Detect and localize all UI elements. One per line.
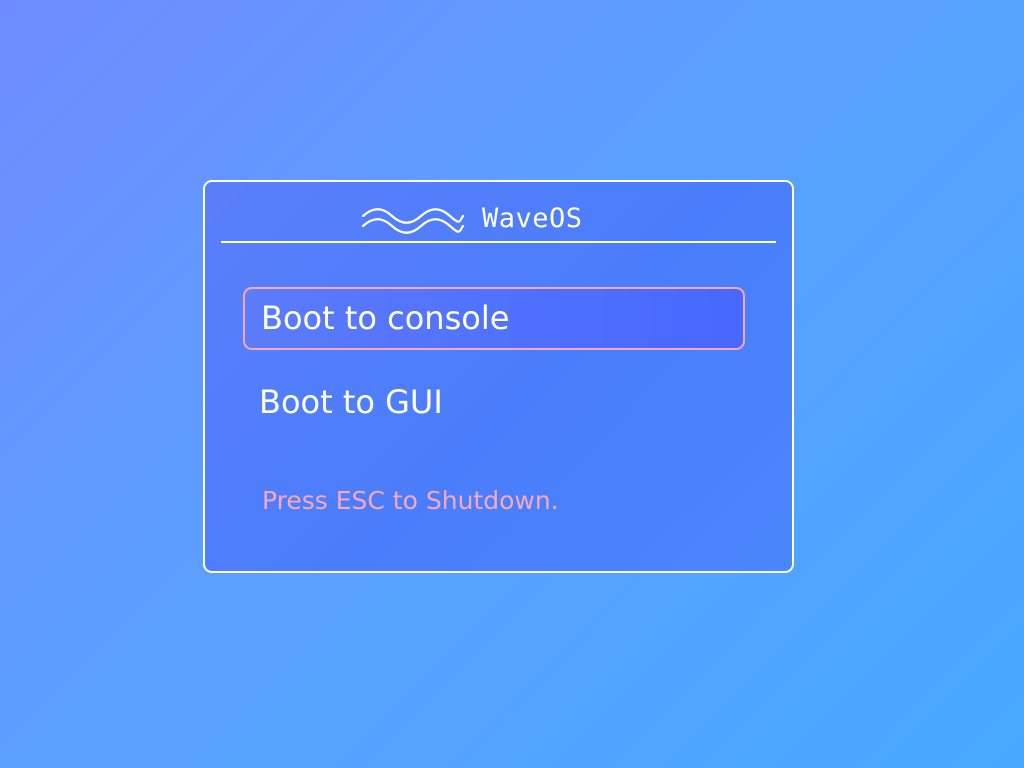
- boot-menu-header: WaveOS: [205, 182, 792, 244]
- header-divider: [221, 241, 776, 243]
- boot-options-list: Boot to console Boot to GUI: [243, 287, 745, 436]
- boot-option-label: Boot to console: [261, 299, 510, 337]
- boot-option-label: Boot to GUI: [259, 383, 443, 421]
- boot-menu-panel: WaveOS Boot to console Boot to GUI Press…: [203, 180, 794, 573]
- os-title: WaveOS: [482, 203, 583, 234]
- boot-option-console[interactable]: Boot to console: [243, 287, 745, 350]
- boot-option-gui[interactable]: Boot to GUI: [243, 373, 745, 436]
- shutdown-hint: Press ESC to Shutdown.: [262, 486, 559, 515]
- wave-icon: [361, 208, 465, 234]
